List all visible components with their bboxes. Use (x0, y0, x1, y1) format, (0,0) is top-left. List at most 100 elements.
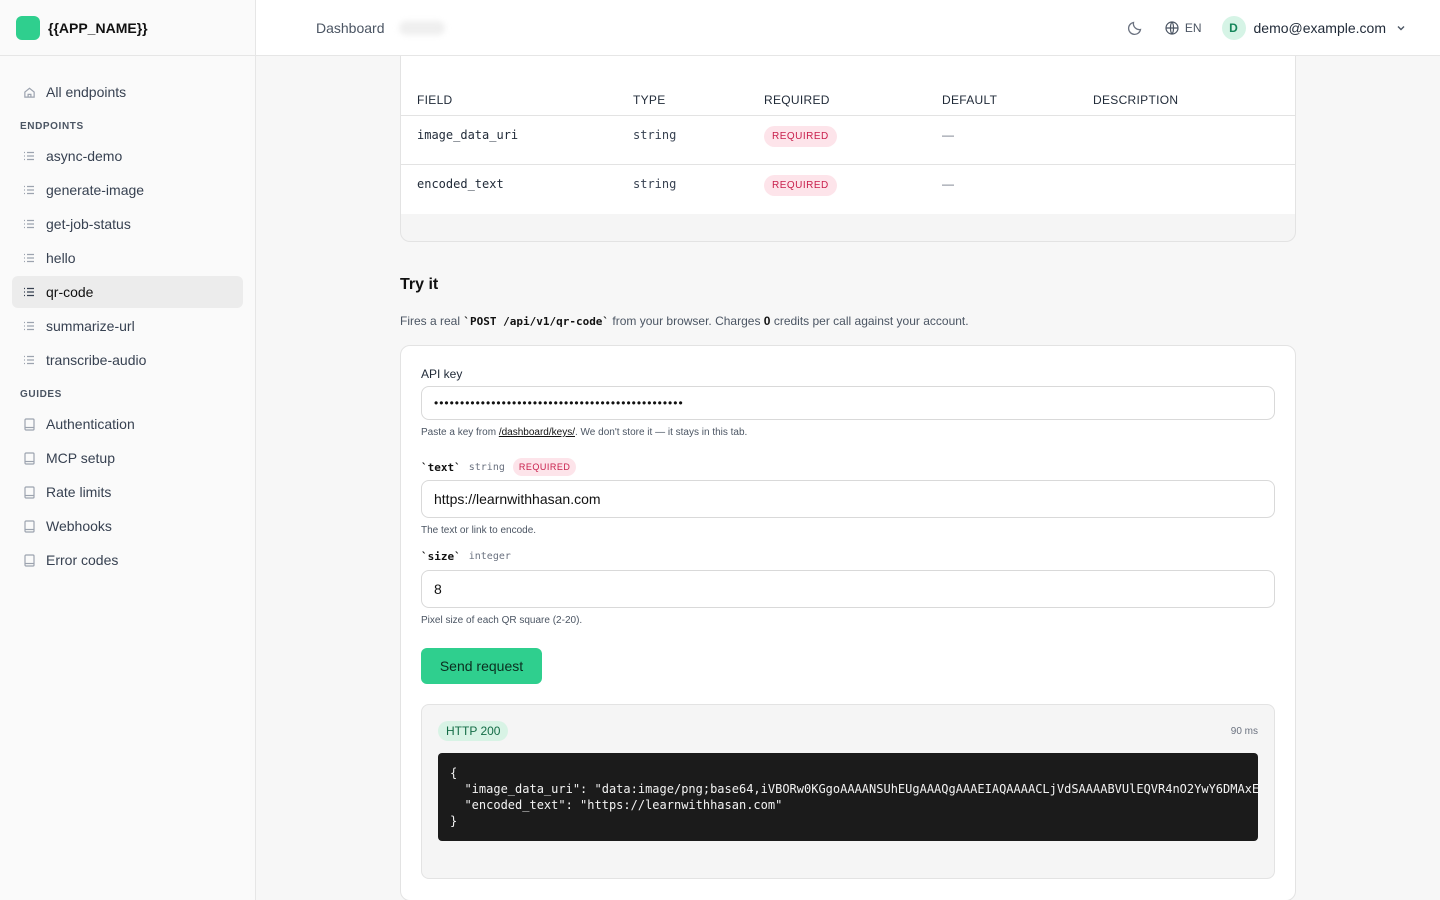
desc-suffix: credits per call against your account. (770, 314, 969, 328)
breadcrumb-placeholder (398, 20, 445, 35)
brand[interactable]: {{APP_NAME}} (0, 0, 255, 56)
code-line: "encoded_text": "https://learnwithhasan.… (450, 798, 783, 812)
field-type: string (633, 177, 677, 191)
sidebar-item-label: transcribe-audio (46, 352, 147, 368)
field-name: encoded_text (417, 177, 504, 191)
sidebar-item-error-codes[interactable]: Error codes (12, 544, 243, 576)
param-type: string (468, 461, 505, 473)
list-icon (22, 183, 36, 197)
book-icon (22, 553, 36, 567)
column-header: DESCRIPTION (1093, 93, 1179, 107)
sidebar-item-label: Error codes (46, 552, 119, 568)
app-logo (16, 15, 40, 40)
language-switcher[interactable]: EN (1165, 21, 1202, 35)
text-help: The text or link to encode. (421, 525, 537, 536)
sidebar-item-label: All endpoints (46, 84, 127, 100)
app-name: {{APP_NAME}} (48, 19, 148, 36)
list-icon (22, 217, 36, 231)
top-header: Dashboard EN D demo@example.com (256, 0, 1440, 56)
help-prefix: Paste a key from (421, 427, 499, 438)
size-help: Pixel size of each QR square (2-20). (421, 615, 583, 626)
size-input[interactable]: 8 (421, 570, 1275, 608)
column-header: FIELD (417, 93, 453, 107)
sidebar-item-label: async-demo (46, 148, 123, 164)
sidebar-item-label: Rate limits (46, 484, 112, 500)
sidebar-item-label: Authentication (46, 416, 135, 432)
param-type: integer (468, 551, 511, 562)
param-name: `text` (421, 460, 461, 474)
sidebar-item-all-endpoints[interactable]: All endpoints (12, 76, 243, 108)
moon-icon[interactable] (1125, 18, 1145, 38)
required-badge: REQUIRED (764, 126, 837, 147)
list-icon (22, 251, 36, 265)
language-label: EN (1184, 20, 1202, 35)
sidebar-item-hello[interactable]: hello (12, 242, 243, 274)
sidebar-item-label: summarize-url (46, 318, 135, 334)
try-it-description: Fires a real `POST /api/v1/qr-code` from… (400, 314, 969, 328)
desc-prefix: Fires a real (400, 314, 464, 328)
user-email: demo@example.com (1253, 19, 1387, 36)
sidebar-item-label: Webhooks (46, 518, 112, 534)
sidebar-item-summarize-url[interactable]: summarize-url (12, 310, 243, 342)
table-row: image_data_uri string REQUIRED — (401, 116, 1295, 165)
sidebar-item-authentication[interactable]: Authentication (12, 408, 243, 440)
sidebar: {{APP_NAME}} All endpoints ENDPOINTS asy… (0, 0, 256, 900)
guides-heading: GUIDES (20, 388, 62, 400)
globe-icon (1165, 20, 1179, 35)
sidebar-item-generate-image[interactable]: generate-image (12, 174, 243, 206)
breadcrumb[interactable]: Dashboard (316, 20, 385, 36)
sidebar-item-async-demo[interactable]: async-demo (12, 140, 243, 172)
sidebar-item-label: qr-code (46, 284, 94, 300)
api-key-input[interactable]: ••••••••••••••••••••••••••••••••••••••••… (421, 386, 1275, 420)
field-name: image_data_uri (417, 128, 519, 142)
book-icon (22, 451, 36, 465)
home-icon (22, 85, 36, 99)
sidebar-item-label: MCP setup (46, 450, 115, 466)
field-type: string (633, 128, 677, 142)
sidebar-item-rate-limits[interactable]: Rate limits (12, 476, 243, 508)
response-body[interactable]: { "image_data_uri": "data:image/png;base… (438, 753, 1258, 841)
user-menu[interactable]: D demo@example.com (1221, 15, 1407, 40)
send-request-button[interactable]: Send request (421, 648, 542, 684)
chevron-down-icon (1396, 23, 1406, 33)
list-icon (22, 149, 36, 163)
column-header: DEFAULT (942, 93, 998, 107)
endpoints-heading: ENDPOINTS (20, 120, 84, 132)
dashboard-keys-link[interactable]: /dashboard/keys/ (499, 427, 575, 438)
response-panel: HTTP 200 90 ms { "image_data_uri": "data… (421, 704, 1275, 879)
header-actions: EN D demo@example.com (1125, 15, 1407, 40)
status-badge: HTTP 200 (438, 721, 509, 741)
text-param-label: `text` string REQUIRED (421, 458, 577, 476)
required-cell: REQUIRED (764, 165, 942, 214)
sidebar-item-label: hello (46, 250, 76, 266)
sidebar-item-webhooks[interactable]: Webhooks (12, 510, 243, 542)
sidebar-item-qr-code[interactable]: qr-code (12, 276, 243, 308)
sidebar-item-transcribe-audio[interactable]: transcribe-audio (12, 344, 243, 376)
try-it-card: API key ••••••••••••••••••••••••••••••••… (400, 345, 1296, 900)
required-badge: REQUIRED (764, 175, 837, 196)
avatar: D (1221, 15, 1246, 40)
code-line: } (450, 814, 458, 828)
sidebar-item-get-job-status[interactable]: get-job-status (12, 208, 243, 240)
size-param-label: `size` integer (421, 550, 511, 563)
code-line: "image_data_uri": "data:image/png;base64… (450, 782, 1258, 796)
field-default: — (942, 177, 954, 191)
book-icon (22, 417, 36, 431)
book-icon (22, 519, 36, 533)
api-key-label: API key (421, 367, 463, 381)
book-icon (22, 485, 36, 499)
table-row: encoded_text string REQUIRED — (401, 165, 1295, 214)
field-description (1093, 165, 1295, 214)
list-icon (22, 353, 36, 367)
required-badge: REQUIRED (512, 458, 577, 476)
text-input[interactable]: https://learnwithhasan.com (421, 480, 1275, 518)
sidebar-item-label: get-job-status (46, 216, 131, 232)
field-default: — (942, 128, 954, 142)
required-cell: REQUIRED (764, 116, 942, 164)
try-it-title: Try it (400, 276, 439, 293)
column-header: REQUIRED (764, 93, 830, 107)
desc-mid: from your browser. Charges (609, 314, 764, 328)
response-fields-card: FIELD TYPE REQUIRED DEFAULT DESCRIPTION … (400, 56, 1296, 242)
sidebar-item-mcp-setup[interactable]: MCP setup (12, 442, 243, 474)
code-line: { (450, 766, 458, 780)
